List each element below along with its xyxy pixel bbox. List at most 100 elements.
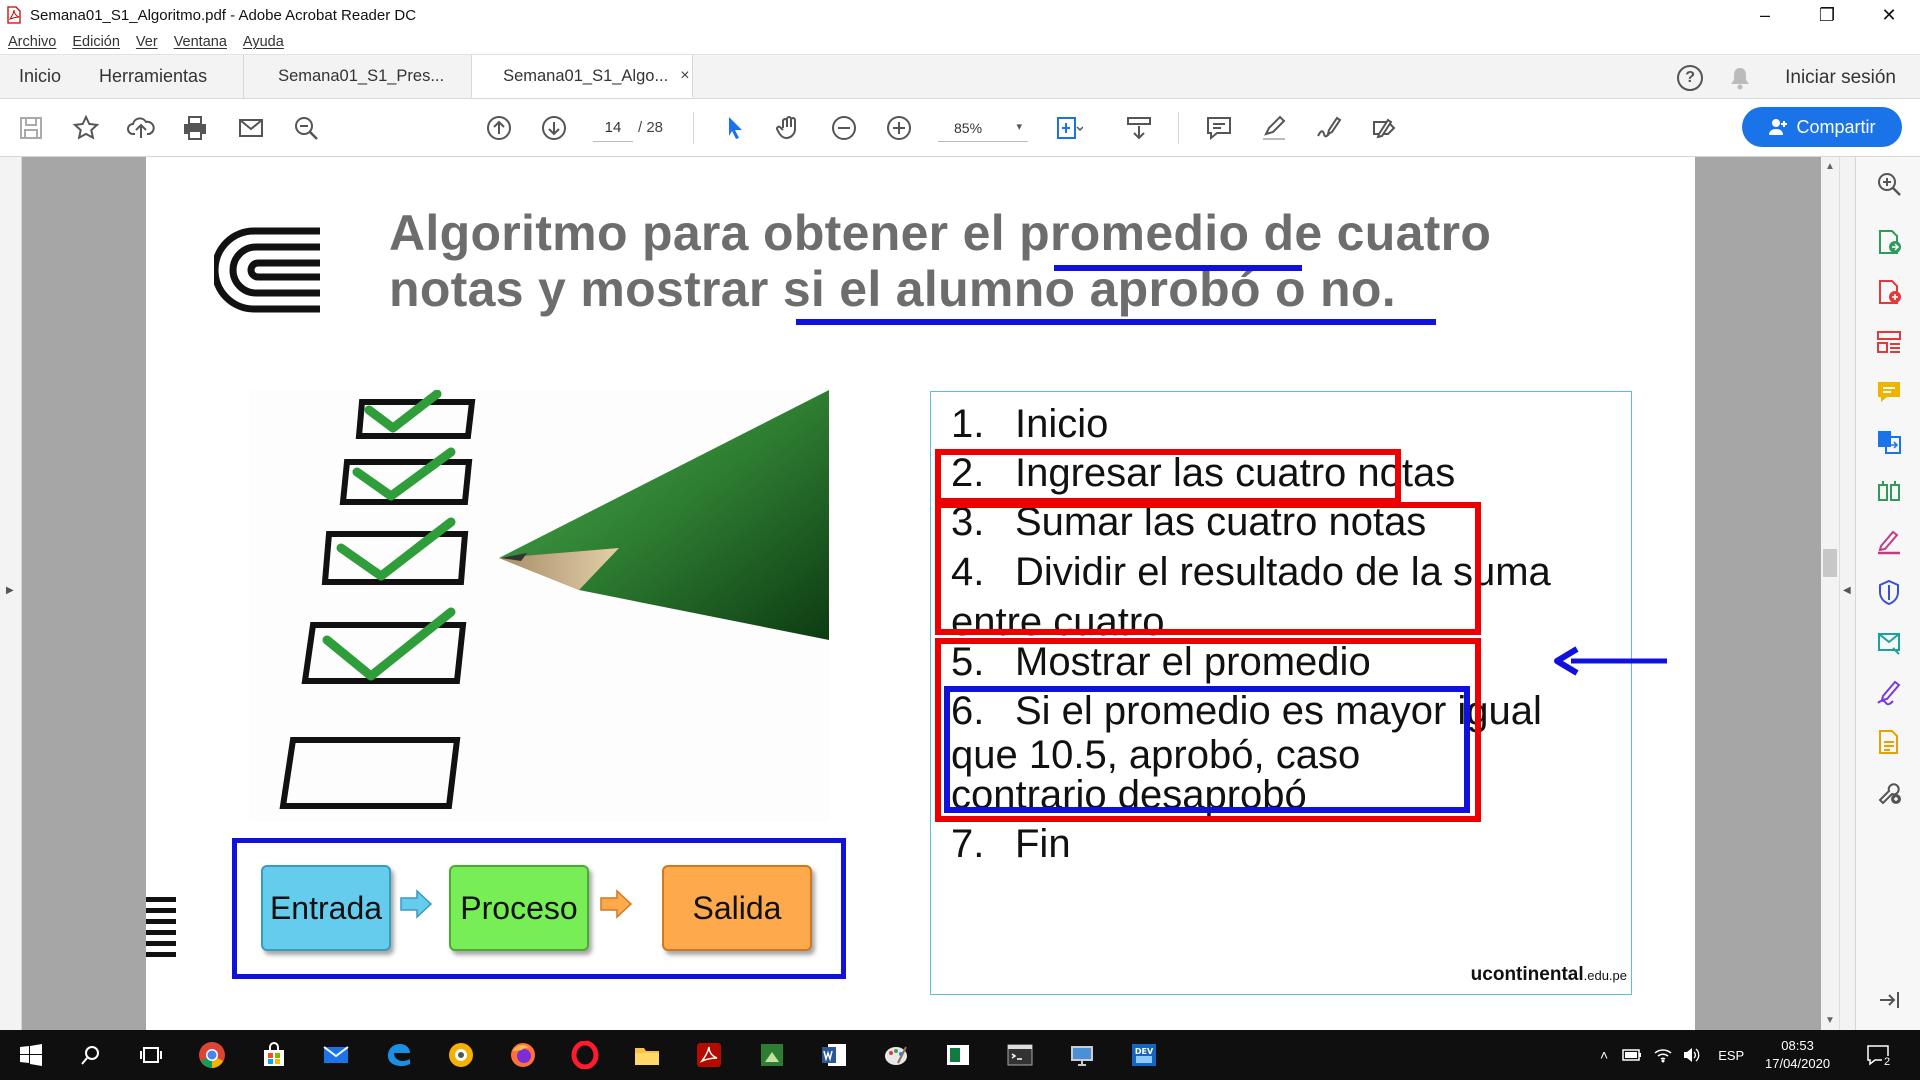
zoom-select[interactable]: 85% ▾ <box>938 114 1028 142</box>
task-view-icon[interactable] <box>136 1040 166 1070</box>
brave-browser-icon[interactable] <box>446 1040 476 1070</box>
comment-icon[interactable] <box>1204 113 1234 143</box>
chevron-right-icon: ▶ <box>6 585 14 596</box>
more-tools-icon[interactable] <box>1874 777 1904 807</box>
continental-logo <box>214 227 320 313</box>
spreadsheet-app-icon[interactable] <box>757 1040 787 1070</box>
doc-tab-algoritmo[interactable]: Semana01_S1_Algo... × <box>471 55 694 98</box>
slide-title: Algoritmo para obtener el promedio de cu… <box>389 205 1491 317</box>
search-icon[interactable] <box>76 1040 106 1070</box>
save-icon[interactable] <box>16 113 46 143</box>
chevron-up-icon[interactable]: ▲ <box>1825 161 1835 172</box>
paint-icon[interactable] <box>881 1040 911 1070</box>
acrobat-reader-icon[interactable] <box>684 1030 734 1080</box>
fill-sign-tool-icon[interactable] <box>1874 527 1904 557</box>
window-title: Semana01_S1_Algoritmo.pdf - Adobe Acroba… <box>30 6 417 24</box>
page-number-input[interactable]: 14 <box>593 114 633 142</box>
upload-cloud-icon[interactable] <box>126 113 156 143</box>
minimize-button[interactable]: – <box>1734 0 1796 30</box>
sway-app-icon[interactable] <box>943 1040 973 1070</box>
hand-tool-icon[interactable] <box>774 113 804 143</box>
word-icon[interactable] <box>819 1040 849 1070</box>
export-pdf-icon[interactable] <box>1874 227 1904 257</box>
next-page-icon[interactable] <box>539 113 569 143</box>
zoom-out-icon[interactable] <box>829 113 859 143</box>
close-window-button[interactable]: ✕ <box>1858 0 1920 30</box>
sign-in-link[interactable]: Iniciar sesión <box>1785 67 1896 89</box>
search-tool-icon[interactable] <box>1874 169 1904 199</box>
chevron-down-icon[interactable]: ▼ <box>1825 1015 1835 1026</box>
language-indicator[interactable]: ESP <box>1718 1048 1744 1063</box>
organize-pages-icon[interactable] <box>1874 477 1904 507</box>
battery-icon[interactable] <box>1622 1049 1642 1061</box>
help-icon[interactable]: ? <box>1677 64 1704 91</box>
bookmark-star-icon[interactable] <box>71 113 101 143</box>
highlight-pen-icon[interactable] <box>1259 113 1289 143</box>
fit-page-icon[interactable] <box>1054 113 1084 143</box>
zoom-in-icon[interactable] <box>884 113 914 143</box>
share-label: Compartir <box>1796 116 1876 137</box>
fill-sign-icon[interactable] <box>1369 113 1399 143</box>
clock[interactable]: 08:53 17/04/2020 <box>1765 1037 1830 1073</box>
combine-files-icon[interactable] <box>1874 427 1904 457</box>
remote-desktop-icon[interactable] <box>1067 1040 1097 1070</box>
microsoft-store-icon[interactable] <box>259 1040 289 1070</box>
mail-icon[interactable] <box>321 1040 351 1070</box>
more-files-icon[interactable] <box>1874 727 1904 757</box>
algorithm-steps-box: 1. Inicio 2. Ingresar las cuatro notas 3. S… <box>930 391 1667 995</box>
collapse-pane-icon[interactable] <box>1874 985 1904 1015</box>
clock-time: 08:53 <box>1781 1038 1814 1053</box>
search-zoom-icon[interactable] <box>291 113 321 143</box>
wifi-icon[interactable] <box>1654 1047 1672 1063</box>
vertical-scrollbar[interactable]: ▲ ▼ <box>1821 157 1839 1030</box>
edit-pdf-icon[interactable] <box>1874 327 1904 357</box>
windows-start-icon[interactable] <box>16 1040 46 1070</box>
firefox-icon[interactable] <box>508 1040 538 1070</box>
opera-icon[interactable] <box>570 1040 600 1070</box>
step-number: 1. <box>951 402 985 446</box>
tab-herramientas[interactable]: Herramientas <box>80 55 226 98</box>
select-cursor-icon[interactable] <box>720 113 750 143</box>
chevron-up-icon[interactable]: ˄ <box>1600 1047 1608 1063</box>
menu-archivo[interactable]: Archivo <box>8 34 56 50</box>
scrollbar-thumb[interactable] <box>1823 549 1837 577</box>
protect-shield-icon[interactable] <box>1874 577 1904 607</box>
command-prompt-icon[interactable] <box>1005 1040 1035 1070</box>
right-panel-toggle[interactable]: ◀ <box>1839 157 1855 1030</box>
brand-domain: .edu.pe <box>1583 968 1627 983</box>
slide-edge-lines <box>146 897 176 963</box>
scroll-mode-icon[interactable] <box>1124 113 1154 143</box>
brand-footer: ucontinental.edu.pe <box>1471 964 1627 986</box>
menu-ayuda[interactable]: Ayuda <box>243 34 284 50</box>
share-button[interactable]: Compartir <box>1742 107 1902 147</box>
tab-inicio[interactable]: Inicio <box>0 55 80 98</box>
bell-icon[interactable] <box>1729 66 1751 90</box>
sign-icon[interactable] <box>1314 113 1344 143</box>
menu-edicion[interactable]: Edición <box>72 34 120 50</box>
create-pdf-icon[interactable] <box>1874 277 1904 307</box>
dev-cpp-icon[interactable]: DEV <box>1129 1040 1159 1070</box>
restore-button[interactable]: ❐ <box>1796 0 1858 30</box>
comment-tool-icon[interactable] <box>1874 377 1904 407</box>
arrow-right-icon <box>600 889 633 919</box>
left-panel-toggle[interactable]: ▶ <box>0 157 22 1030</box>
previous-page-icon[interactable] <box>484 113 514 143</box>
request-signature-icon[interactable] <box>1874 677 1904 707</box>
pdf-file-icon <box>7 6 21 24</box>
edge-icon[interactable] <box>383 1040 413 1070</box>
send-for-review-icon[interactable] <box>1874 627 1904 657</box>
speaker-icon[interactable] <box>1682 1047 1700 1063</box>
step-number: 7. <box>951 822 985 866</box>
clock-date: 17/04/2020 <box>1765 1056 1831 1071</box>
chrome-icon[interactable] <box>197 1040 227 1070</box>
file-explorer-icon[interactable] <box>632 1040 662 1070</box>
menu-ver[interactable]: Ver <box>136 34 158 50</box>
tools-pane <box>1855 157 1920 1030</box>
notification-center[interactable]: 2 <box>1866 1030 1893 1080</box>
close-tab-icon[interactable]: × <box>680 67 689 85</box>
print-icon[interactable] <box>180 113 210 143</box>
doc-tab-presentacion[interactable]: Semana01_S1_Pres... <box>243 55 471 98</box>
system-tray: ˄ ESP <box>1600 1030 1744 1080</box>
email-icon[interactable] <box>236 113 266 143</box>
menu-ventana[interactable]: Ventana <box>174 34 227 50</box>
